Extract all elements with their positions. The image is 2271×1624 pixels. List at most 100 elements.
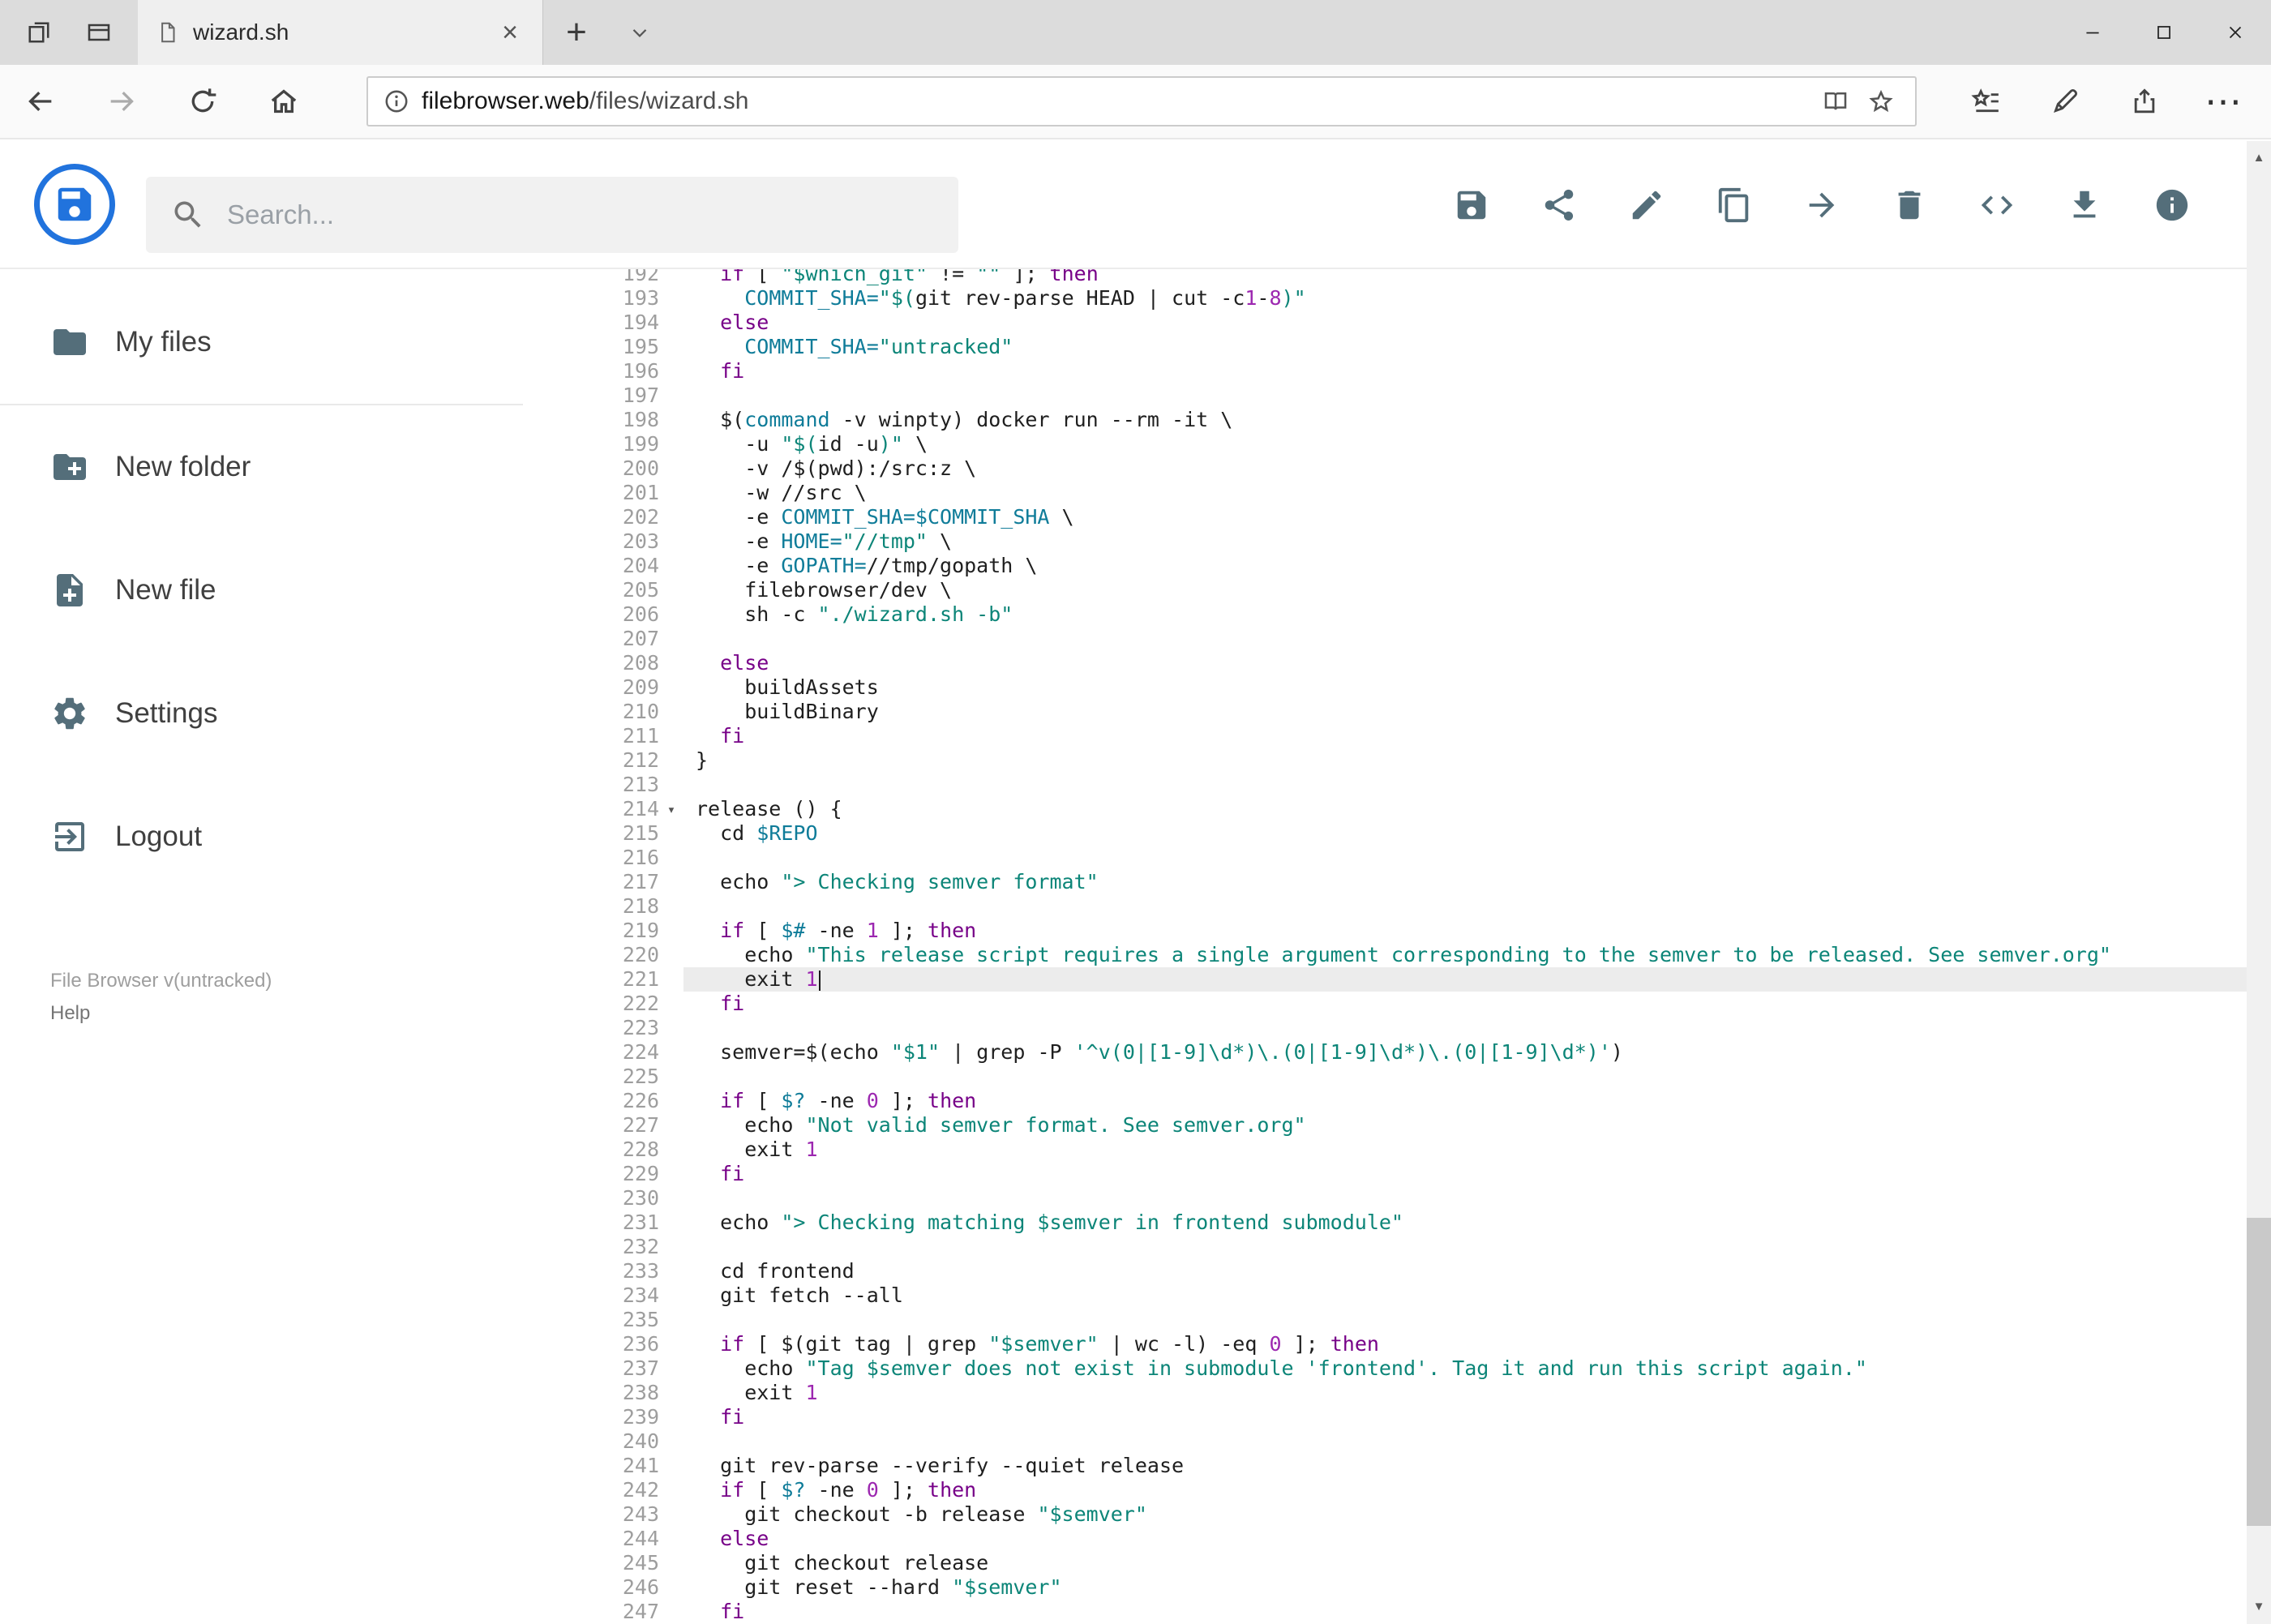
move-button[interactable] (1778, 141, 1866, 269)
minimize-button[interactable] (2057, 0, 2128, 65)
code-line[interactable]: 227 echo "Not valid semver format. See s… (582, 1113, 2247, 1138)
code-line[interactable]: 228 exit 1 (582, 1138, 2247, 1162)
search-box[interactable] (146, 177, 958, 253)
add-favorite-star-icon[interactable] (1858, 79, 1904, 124)
tab-preview-icon[interactable] (84, 18, 114, 47)
share-page-icon[interactable] (2105, 65, 2184, 138)
code-line[interactable]: 239 fi (582, 1405, 2247, 1429)
code-editor[interactable]: 192 if [ "$which_git" != "" ]; then 193 C… (582, 269, 2247, 1624)
code-line[interactable]: 218 (582, 894, 2247, 919)
code-line[interactable]: 202 -e COMMIT_SHA=$COMMIT_SHA \ (582, 505, 2247, 529)
sidebar-item-new-file[interactable]: New file (0, 529, 568, 652)
code-line[interactable]: 192 if [ "$which_git" != "" ]; then (582, 269, 2247, 286)
code-line[interactable]: 193 COMMIT_SHA="$(git rev-parse HEAD | c… (582, 286, 2247, 311)
favorites-hub-icon[interactable] (1946, 65, 2025, 138)
code-line[interactable]: 197 (582, 384, 2247, 408)
code-line[interactable]: 235 (582, 1308, 2247, 1332)
code-line[interactable]: 215 cd $REPO (582, 821, 2247, 846)
tab-list-chevron-icon[interactable] (610, 0, 670, 65)
back-button[interactable] (0, 65, 81, 138)
code-line[interactable]: 213 (582, 773, 2247, 797)
code-line[interactable]: 240 (582, 1429, 2247, 1454)
close-window-button[interactable] (2200, 0, 2271, 65)
search-input[interactable] (227, 199, 876, 230)
reading-view-icon[interactable] (1813, 79, 1858, 124)
code-line[interactable]: 209 buildAssets (582, 675, 2247, 700)
tab-close-button[interactable]: × (495, 19, 525, 46)
new-tab-button[interactable]: + (543, 0, 610, 65)
code-line[interactable]: 224 semver=$(echo "$1" | grep -P '^v(0|[… (582, 1040, 2247, 1065)
code-line[interactable]: 244 else (582, 1527, 2247, 1551)
delete-button[interactable] (1866, 141, 1953, 269)
code-line[interactable]: 217 echo "> Checking semver format" (582, 870, 2247, 894)
copy-button[interactable] (1690, 141, 1778, 269)
code-line[interactable]: 194 else (582, 311, 2247, 335)
code-line[interactable]: 225 (582, 1065, 2247, 1089)
save-button[interactable] (1428, 141, 1515, 269)
set-tabs-aside-icon[interactable] (24, 18, 54, 47)
code-line[interactable]: 208 else (582, 651, 2247, 675)
sidebar-item-my-files[interactable]: My files (0, 281, 568, 404)
code-line[interactable]: 207 (582, 627, 2247, 651)
code-line[interactable]: 198 $(command -v winpty) docker run --rm… (582, 408, 2247, 432)
code-line[interactable]: 195 COMMIT_SHA="untracked" (582, 335, 2247, 359)
info-button[interactable] (2128, 141, 2216, 269)
code-line[interactable]: 205 filebrowser/dev \ (582, 578, 2247, 602)
rename-button[interactable] (1603, 141, 1690, 269)
code-line[interactable]: 241 git rev-parse --verify --quiet relea… (582, 1454, 2247, 1478)
code-line[interactable]: 204 -e GOPATH=//tmp/gopath \ (582, 554, 2247, 578)
code-line[interactable]: 231 echo "> Checking matching $semver in… (582, 1211, 2247, 1235)
scroll-up-button[interactable]: ▲ (2247, 141, 2271, 175)
code-line[interactable]: 201 -w //src \ (582, 481, 2247, 505)
code-line[interactable]: 214 ▾ release () { (582, 797, 2247, 821)
more-options-icon[interactable]: ⋯ (2184, 65, 2264, 138)
code-line[interactable]: 211 fi (582, 724, 2247, 748)
code-line[interactable]: 196 fi (582, 359, 2247, 384)
fold-marker-icon[interactable]: ▾ (659, 797, 683, 821)
code-line[interactable]: 216 (582, 846, 2247, 870)
code-line[interactable]: 238 exit 1 (582, 1381, 2247, 1405)
share-button[interactable] (1515, 141, 1603, 269)
code-line[interactable]: 230 (582, 1186, 2247, 1211)
code-line[interactable]: 246 git reset --hard "$semver" (582, 1575, 2247, 1600)
code-line[interactable]: 203 -e HOME="//tmp" \ (582, 529, 2247, 554)
code-line[interactable]: 237 echo "Tag $semver does not exist in … (582, 1356, 2247, 1381)
code-line[interactable]: 222 fi (582, 992, 2247, 1016)
home-button[interactable] (243, 65, 324, 138)
scroll-down-button[interactable]: ▼ (2247, 1590, 2271, 1624)
code-line[interactable]: 234 git fetch --all (582, 1283, 2247, 1308)
code-line[interactable]: 226 if [ $? -ne 0 ]; then (582, 1089, 2247, 1113)
code-line[interactable]: 210 buildBinary (582, 700, 2247, 724)
code-line[interactable]: 229 fi (582, 1162, 2247, 1186)
code-line[interactable]: 243 git checkout -b release "$semver" (582, 1502, 2247, 1527)
code-line[interactable]: 206 sh -c "./wizard.sh -b" (582, 602, 2247, 627)
raw-code-button[interactable] (1953, 141, 2041, 269)
web-note-pen-icon[interactable] (2025, 65, 2105, 138)
maximize-button[interactable] (2128, 0, 2200, 65)
sidebar-item-settings[interactable]: Settings (0, 652, 568, 775)
address-bar-input[interactable]: filebrowser.web/files/wizard.sh (366, 76, 1917, 126)
code-line[interactable]: 200 -v /$(pwd):/src:z \ (582, 456, 2247, 481)
refresh-button[interactable] (162, 65, 243, 138)
code-line[interactable]: 223 (582, 1016, 2247, 1040)
filebrowser-logo[interactable] (34, 164, 115, 245)
scrollbar-track[interactable]: ▲ ▼ (2247, 141, 2271, 1624)
code-line[interactable]: 221 exit 1 (582, 967, 2247, 992)
sidebar-item-new-folder[interactable]: New folder (0, 405, 568, 529)
sidebar-item-logout[interactable]: Logout (0, 775, 568, 898)
code-line[interactable]: 212} (582, 748, 2247, 773)
code-line[interactable]: 245 git checkout release (582, 1551, 2247, 1575)
browser-tab[interactable]: wizard.sh × (138, 0, 543, 65)
code-line[interactable]: 242 if [ $? -ne 0 ]; then (582, 1478, 2247, 1502)
code-line[interactable]: 220 echo "This release script requires a… (582, 943, 2247, 967)
code-line[interactable]: 236 if [ $(git tag | grep "$semver" | wc… (582, 1332, 2247, 1356)
code-line[interactable]: 233 cd frontend (582, 1259, 2247, 1283)
code-line[interactable]: 247 fi (582, 1600, 2247, 1624)
scrollbar-thumb[interactable] (2247, 1218, 2271, 1526)
code-line[interactable]: 232 (582, 1235, 2247, 1259)
download-button[interactable] (2041, 141, 2128, 269)
code-line[interactable]: 199 -u "$(id -u)" \ (582, 432, 2247, 456)
help-link[interactable]: Help (50, 1002, 272, 1025)
site-info-icon[interactable] (383, 88, 410, 115)
code-line[interactable]: 219 if [ $# -ne 1 ]; then (582, 919, 2247, 943)
